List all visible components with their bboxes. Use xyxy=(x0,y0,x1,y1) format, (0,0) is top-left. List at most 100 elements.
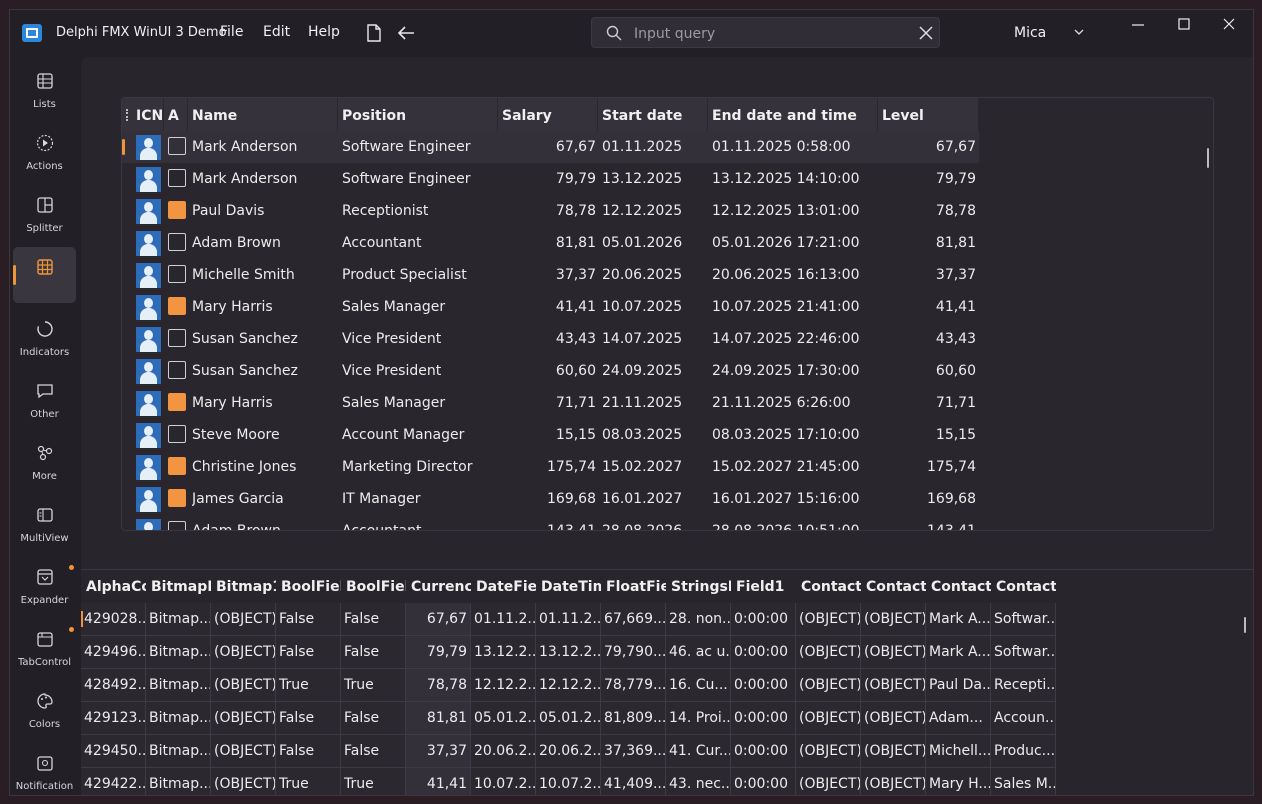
data-grid-cell: 37,37 xyxy=(406,735,471,768)
table-row[interactable]: 428492... Bitmap... (OBJECT) True True 78,78 1… xyxy=(81,669,1057,702)
header-salary[interactable]: Salary xyxy=(498,98,598,131)
row-checkbox[interactable] xyxy=(168,265,186,283)
data-grid-header-cell[interactable]: Field1 xyxy=(731,570,796,603)
row-checkbox[interactable] xyxy=(168,329,186,347)
grid-scrollbar[interactable] xyxy=(1207,148,1209,168)
header-level[interactable]: Level xyxy=(878,98,979,131)
cell-name: Steve Moore xyxy=(192,427,280,443)
cell-level: 71,71 xyxy=(935,395,976,411)
menu-file[interactable]: File xyxy=(220,24,243,40)
title-bar: Delphi FMX WinUI 3 Demo File Edit Help M… xyxy=(10,10,1253,56)
table-row[interactable]: 429028... Bitmap... (OBJECT) False False 67,6… xyxy=(81,603,1057,636)
nav-item-more[interactable]: More xyxy=(13,433,76,489)
nav-item-lists[interactable]: Lists xyxy=(13,61,76,117)
close-icon[interactable] xyxy=(1223,18,1235,30)
data-grid-header-cell[interactable]: Bitmap1 xyxy=(211,570,276,603)
nav-item-actions[interactable]: Actions xyxy=(13,123,76,179)
header-start-date[interactable]: Start date xyxy=(598,98,708,131)
data-grid-header-cell[interactable]: DateField xyxy=(471,570,536,603)
table-row[interactable]: Mark Anderson Software Engineer 67,67 01.11… xyxy=(122,131,979,163)
table-row[interactable]: Adam Brown Accountant 81,81 05.01.2026 05.01… xyxy=(122,227,979,259)
data-grid[interactable]: AlphaColBitmapNBitmap1BoolFieldBoolField… xyxy=(81,569,1253,795)
back-arrow-icon[interactable] xyxy=(396,25,416,45)
row-checkbox[interactable] xyxy=(168,233,186,251)
data-grid-cell: False xyxy=(341,702,406,735)
employee-grid[interactable]: ICN A Name Position Salary Start date En… xyxy=(121,97,1214,531)
clear-icon[interactable] xyxy=(919,26,933,40)
search-input[interactable] xyxy=(632,23,896,45)
nav-item-notification[interactable]: Notification xyxy=(13,743,76,795)
minimize-icon[interactable] xyxy=(1132,24,1144,26)
header-end-date[interactable]: End date and time xyxy=(708,98,878,131)
table-row[interactable]: 429450... Bitmap... (OBJECT) False False 37,3… xyxy=(81,735,1057,768)
data-grid-header-cell[interactable]: ContactB xyxy=(861,570,926,603)
theme-selector[interactable]: Mica xyxy=(1014,25,1046,41)
cell-position: Vice President xyxy=(342,363,442,379)
row-checkbox[interactable] xyxy=(168,489,186,507)
cell-salary: 15,15 xyxy=(555,427,596,443)
splitter-icon xyxy=(37,197,53,213)
cell-start-date: 08.03.2025 xyxy=(602,427,683,443)
nav-item-colors[interactable]: Colors xyxy=(13,681,76,737)
table-row[interactable]: Paul Davis Receptionist 78,78 12.12.2025 12.… xyxy=(122,195,979,227)
chevron-down-icon[interactable] xyxy=(1074,29,1084,35)
table-row[interactable]: Adam Brown Accountant 143,41 28.08.2026 28.0… xyxy=(122,515,979,530)
row-checkbox[interactable] xyxy=(168,201,186,219)
new-document-icon[interactable] xyxy=(367,24,381,46)
data-grid-header-cell[interactable]: FloatField xyxy=(601,570,666,603)
data-grid-header-cell[interactable]: BoolField xyxy=(341,570,406,603)
row-checkbox[interactable] xyxy=(168,169,186,187)
data-grid-header-cell[interactable]: BoolField xyxy=(276,570,341,603)
nav-item-splitter[interactable]: Splitter xyxy=(13,185,76,241)
data-grid-header-cell[interactable]: AlphaCol xyxy=(81,570,146,603)
menu-help[interactable]: Help xyxy=(308,24,340,40)
data-grid-header-cell[interactable]: ContactB xyxy=(796,570,861,603)
nav-item-tabcontrol[interactable]: TabControl xyxy=(13,619,76,675)
table-row[interactable]: 429422... Bitmap... (OBJECT) True True 41,41 1… xyxy=(81,768,1057,795)
table-row[interactable]: Mark Anderson Software Engineer 79,79 13.12… xyxy=(122,163,979,195)
nav-item-other[interactable]: Other xyxy=(13,371,76,427)
data-grid-header-cell[interactable]: Currency xyxy=(406,570,471,603)
row-checkbox[interactable] xyxy=(168,457,186,475)
nav-item-multiview[interactable]: MultiView xyxy=(13,495,76,551)
table-row[interactable]: Mary Harris Sales Manager 41,41 10.07.2025 1… xyxy=(122,291,979,323)
table-row[interactable]: Susan Sanchez Vice President 60,60 24.09.20… xyxy=(122,355,979,387)
table-row[interactable]: Steve Moore Account Manager 15,15 08.03.202… xyxy=(122,419,979,451)
maximize-icon[interactable] xyxy=(1178,18,1190,30)
table-row[interactable]: 429123... Bitmap... (OBJECT) False False 81,8… xyxy=(81,702,1057,735)
row-checkbox[interactable] xyxy=(168,361,186,379)
column-drag-handle-icon[interactable] xyxy=(126,109,130,121)
row-checkbox[interactable] xyxy=(168,297,186,315)
nav-item-indicators[interactable]: Indicators xyxy=(13,309,76,365)
data-grid-header-cell[interactable]: ContactT xyxy=(991,570,1056,603)
data-grid-cell: 78,779... xyxy=(601,669,666,702)
row-checkbox[interactable] xyxy=(168,393,186,411)
cell-end-date: 15.02.2027 21:45:00 xyxy=(712,459,860,475)
header-a[interactable]: A xyxy=(164,98,188,131)
data-grid-header-cell[interactable]: ContactN xyxy=(926,570,991,603)
data-grid-cell: 81,81 xyxy=(406,702,471,735)
table-row[interactable]: Christine Jones Marketing Director 175,74 1… xyxy=(122,451,979,483)
table-row[interactable]: Michelle Smith Product Specialist 37,37 20.… xyxy=(122,259,979,291)
data-grid-scrollbar[interactable] xyxy=(1244,617,1246,633)
nav-item-datagrid[interactable] xyxy=(13,247,76,303)
row-checkbox[interactable] xyxy=(168,521,186,530)
header-icn[interactable]: ICN xyxy=(132,98,164,131)
header-position[interactable]: Position xyxy=(338,98,498,131)
table-row[interactable]: 429496... Bitmap... (OBJECT) False False 79,7… xyxy=(81,636,1057,669)
table-row[interactable]: James Garcia IT Manager 169,68 16.01.2027 16… xyxy=(122,483,979,515)
nav-item-label: Expander xyxy=(20,595,69,606)
table-row[interactable]: Mary Harris Sales Manager 71,71 21.11.2025 2… xyxy=(122,387,979,419)
data-grid-header-cell[interactable]: BitmapN xyxy=(146,570,211,603)
header-name[interactable]: Name xyxy=(188,98,338,131)
row-checkbox[interactable] xyxy=(168,137,186,155)
avatar-icon xyxy=(136,423,161,448)
data-grid-cell: (OBJECT) xyxy=(796,669,861,702)
menu-edit[interactable]: Edit xyxy=(263,24,290,40)
data-grid-header-cell[interactable]: DateTime xyxy=(536,570,601,603)
nav-item-expander[interactable]: Expander xyxy=(13,557,76,613)
table-row[interactable]: Susan Sanchez Vice President 43,43 14.07.20… xyxy=(122,323,979,355)
row-checkbox[interactable] xyxy=(168,425,186,443)
data-grid-cell: Bitmap... xyxy=(146,636,211,669)
data-grid-header-cell[interactable]: StringsField xyxy=(666,570,731,603)
